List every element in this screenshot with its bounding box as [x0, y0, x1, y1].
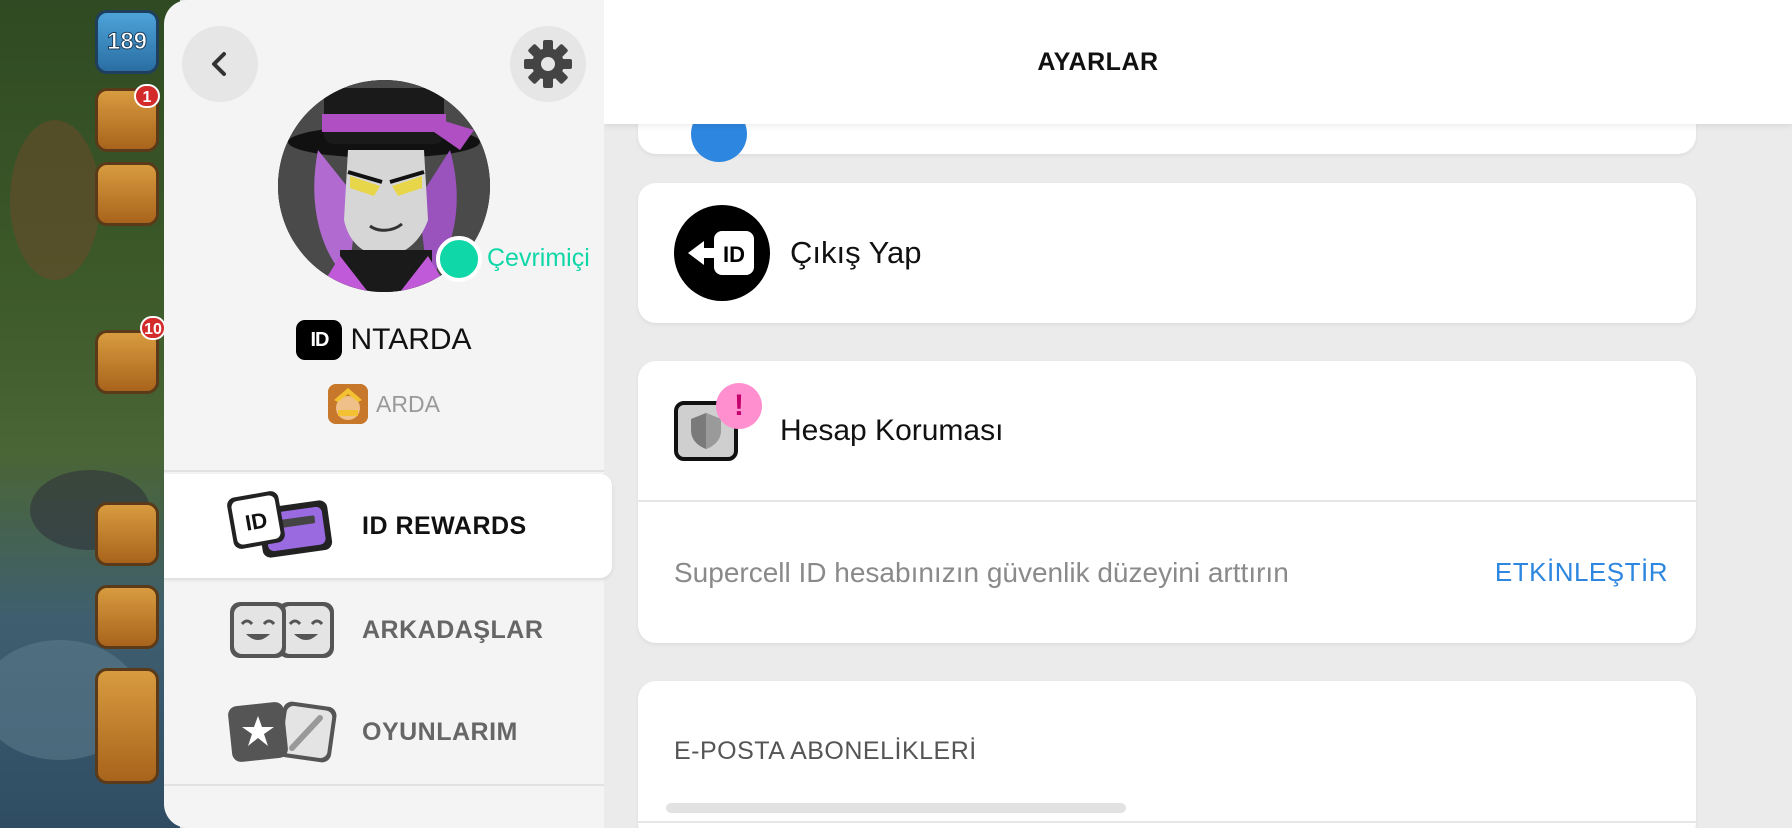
game-level-badge: 189	[95, 10, 159, 74]
username-row: ID NTARDA	[164, 320, 604, 360]
svg-text:ID: ID	[243, 507, 269, 535]
divider	[638, 821, 1696, 823]
my-games-icon	[224, 690, 340, 774]
game-troops-tile	[95, 585, 159, 649]
horizontal-scrollbar[interactable]	[666, 803, 1126, 813]
game-shop-tile	[95, 668, 159, 784]
game-player-name: ARDA	[376, 390, 440, 417]
game-account-row: ARDA	[164, 384, 604, 424]
logout-icon: ID	[674, 205, 770, 301]
account-protection-row[interactable]: ! Hesap Koruması	[638, 361, 1696, 502]
account-protection-description: Supercell ID hesabınızın güvenlik düzeyi…	[674, 556, 1289, 588]
back-button[interactable]	[182, 26, 258, 102]
account-protection-title: Hesap Koruması	[780, 413, 1004, 447]
logout-card[interactable]: ID Çıkış Yap	[638, 183, 1696, 323]
supercell-id-badge: ID	[296, 320, 343, 360]
account-protection-detail: Supercell ID hesabınızın güvenlik düzeyi…	[638, 502, 1696, 643]
menu-item-id-rewards[interactable]: ID ID REWARDS	[164, 474, 612, 578]
alert-badge: !	[716, 383, 762, 429]
game-background: 189 1 10	[0, 0, 180, 828]
game-builder-tile	[95, 162, 159, 226]
menu-item-my-games[interactable]: OYUNLARIM	[164, 680, 604, 784]
menu-label-id-rewards: ID REWARDS	[362, 511, 527, 540]
online-status-text: Çevrimiçi	[487, 244, 590, 272]
menu-label-my-games: OYUNLARIM	[362, 717, 518, 746]
clash-of-clans-icon	[328, 384, 369, 424]
logout-label: Çıkış Yap	[790, 235, 922, 270]
account-protection-card: ! Hesap Koruması Supercell ID hesabınızı…	[638, 361, 1696, 643]
email-subscriptions-card: E-POSTA ABONELİKLERİ	[638, 681, 1696, 828]
online-status-indicator	[436, 236, 482, 282]
game-notification-badge: 1	[134, 84, 160, 108]
logout-icon-text: ID	[723, 242, 745, 267]
chevron-left-icon	[212, 52, 226, 76]
page-title: AYARLAR	[1037, 47, 1159, 76]
terrain-decoration	[10, 120, 100, 280]
gear-icon	[524, 40, 572, 88]
profile-drawer: Çevrimiçi ID NTARDA ARDA ID ID REWARDS A…	[164, 0, 612, 828]
game-battle-tile	[95, 502, 159, 566]
activate-button[interactable]: ETKİNLEŞTİR	[1495, 557, 1668, 588]
game-chat-badge: 10	[140, 316, 166, 340]
username: NTARDA	[350, 323, 472, 356]
settings-header: AYARLAR	[604, 0, 1792, 124]
email-subscriptions-heading: E-POSTA ABONELİKLERİ	[674, 737, 977, 765]
menu-label-friends: ARKADAŞLAR	[362, 615, 544, 644]
settings-button[interactable]	[510, 26, 586, 102]
divider	[164, 470, 604, 472]
id-rewards-icon: ID	[224, 484, 340, 568]
friends-icon	[224, 588, 340, 672]
menu-item-friends[interactable]: ARKADAŞLAR	[164, 578, 604, 682]
divider	[164, 784, 604, 786]
